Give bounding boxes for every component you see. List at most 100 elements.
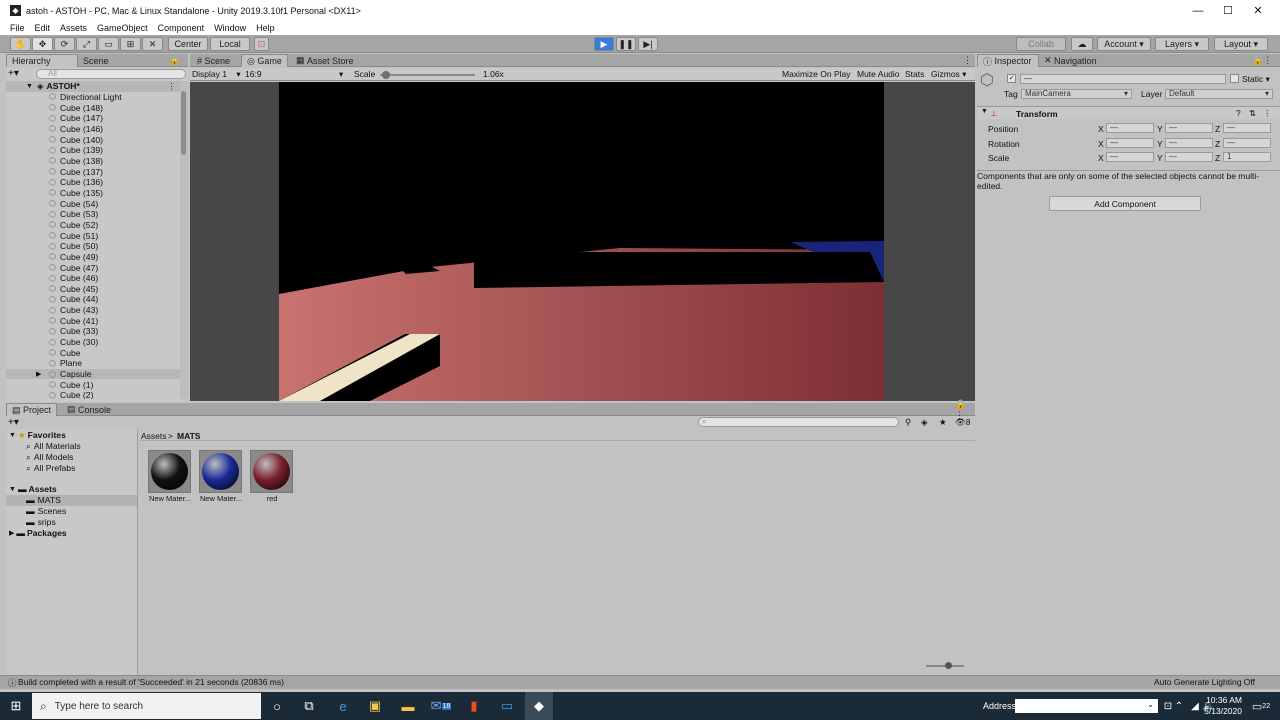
tab-hierarchy[interactable]: Hierarchy: [6, 54, 78, 67]
layout-dropdown[interactable]: Layout ▾: [1214, 37, 1268, 51]
maximize-on-play-toggle[interactable]: Maximize On Play: [782, 69, 851, 79]
hierarchy-item[interactable]: ⬡ Cube (136): [6, 177, 180, 188]
tab-scene[interactable]: # Scene: [192, 54, 235, 67]
office-icon[interactable]: ▮: [464, 696, 484, 716]
scale-tool-icon[interactable]: ⤢: [76, 37, 97, 51]
hierarchy-item[interactable]: ⬡ Cube (139): [6, 145, 180, 156]
tag-dropdown[interactable]: MainCamera ▾: [1021, 89, 1132, 99]
scrollbar-thumb[interactable]: [181, 91, 186, 155]
tab-scene-hierarchy[interactable]: Scene: [78, 54, 114, 67]
scale-slider-track[interactable]: [380, 74, 475, 76]
gizmos-dropdown[interactable]: Gizmos ▾: [931, 69, 966, 80]
account-dropdown[interactable]: Account ▾: [1097, 37, 1151, 51]
aspect-dropdown[interactable]: 16:9 ▾: [245, 69, 345, 79]
task-view-icon[interactable]: ⧉: [299, 696, 319, 716]
custom-tool-icon[interactable]: ✕: [142, 37, 163, 51]
chevron-down-icon[interactable]: ⌄: [1147, 700, 1154, 709]
move-tool-icon[interactable]: ✥: [32, 37, 53, 51]
help-icon[interactable]: ?: [1236, 108, 1241, 118]
game-panel-menu-icon[interactable]: ⋮: [958, 54, 977, 67]
hierarchy-item[interactable]: ⬡ Cube (46): [6, 273, 180, 284]
rotation-y-field[interactable]: —: [1165, 138, 1213, 148]
preset-icon[interactable]: ⇅: [1249, 108, 1256, 119]
hierarchy-item[interactable]: ⬡ Cube (50): [6, 241, 180, 252]
layer-dropdown[interactable]: Default ▾: [1165, 89, 1273, 99]
hand-tool-icon[interactable]: ✋: [10, 37, 31, 51]
expand-arrow-icon[interactable]: ▶: [36, 370, 48, 378]
hierarchy-item[interactable]: ⬡ Cube (30): [6, 337, 180, 348]
folder-mats[interactable]: ▬ MATS: [6, 495, 137, 506]
material-thumbnail[interactable]: [199, 450, 242, 493]
position-y-field[interactable]: —: [1165, 123, 1213, 133]
hierarchy-item[interactable]: ⬡ Cube (44): [6, 294, 180, 305]
hierarchy-item[interactable]: ⬡ Cube (43): [6, 305, 180, 316]
hierarchy-item[interactable]: ⬡ Cube (51): [6, 230, 180, 241]
hierarchy-item[interactable]: ⬡ Cube (53): [6, 209, 180, 220]
hidden-packages-icon[interactable]: 👁8: [955, 417, 971, 428]
lighting-status[interactable]: Auto Generate Lighting Off: [1154, 677, 1255, 687]
rect-tool-icon[interactable]: ▭: [98, 37, 119, 51]
menu-assets[interactable]: Assets: [60, 23, 87, 33]
display-dropdown[interactable]: Display 1 ▾: [192, 69, 241, 80]
close-button[interactable]: ✕: [1241, 0, 1275, 21]
unity-taskbar-icon[interactable]: ◆: [525, 692, 553, 720]
pivot-local-button[interactable]: Local: [210, 37, 250, 51]
material-label[interactable]: red: [246, 494, 298, 503]
maximize-button[interactable]: ☐: [1211, 0, 1245, 21]
hierarchy-item[interactable]: ⬡ Cube (146): [6, 124, 180, 135]
material-label[interactable]: New Mater...: [144, 494, 196, 503]
tab-game[interactable]: ◎ Game: [241, 54, 288, 67]
tab-asset-store[interactable]: ▦ Asset Store: [291, 54, 359, 67]
stats-toggle[interactable]: Stats: [905, 69, 924, 79]
material-thumbnail[interactable]: [250, 450, 293, 493]
scene-root-row[interactable]: ▼ ◈ ASTOH* ⋮: [6, 81, 180, 92]
hierarchy-item[interactable]: ⬡ Cube (1): [6, 379, 180, 390]
hierarchy-item[interactable]: ⬡ Cube: [6, 348, 180, 359]
add-object-button[interactable]: +▾: [8, 69, 22, 79]
snap-icon[interactable]: ⊡: [254, 37, 269, 51]
static-checkbox[interactable]: [1230, 74, 1239, 83]
hierarchy-item[interactable]: ⬡ Cube (49): [6, 252, 180, 263]
active-checkbox[interactable]: ✓: [1007, 74, 1016, 83]
rotation-x-field[interactable]: —: [1106, 138, 1154, 148]
mute-audio-toggle[interactable]: Mute Audio: [857, 69, 900, 79]
notifications-icon[interactable]: ▭ 22: [1251, 696, 1271, 716]
scale-x-field[interactable]: —: [1106, 152, 1154, 162]
tab-console[interactable]: ▤ Console: [62, 403, 116, 416]
folder-srips[interactable]: ▬ srips: [6, 517, 137, 528]
hierarchy-item[interactable]: ⬡ Cube (138): [6, 156, 180, 167]
address-input[interactable]: ⌄: [1015, 699, 1158, 713]
breadcrumb-assets[interactable]: Assets: [141, 431, 167, 441]
packages-row[interactable]: ▶ ▬ Packages: [6, 528, 137, 539]
component-menu-icon[interactable]: ⋮: [1263, 108, 1272, 119]
scale-z-field[interactable]: 1: [1223, 152, 1271, 162]
scale-slider-thumb[interactable]: [382, 71, 390, 79]
material-label[interactable]: New Mater...: [195, 494, 247, 503]
app-window-icon[interactable]: ▭: [497, 696, 517, 716]
add-component-button[interactable]: Add Component: [1049, 196, 1201, 211]
hierarchy-item[interactable]: ⬡ Plane: [6, 358, 180, 369]
hierarchy-item[interactable]: ▶ ⬡ Capsule: [6, 368, 180, 380]
hierarchy-item[interactable]: ⬡ Directional Light: [6, 92, 180, 103]
hierarchy-item[interactable]: ⬡ Cube (52): [6, 220, 180, 231]
create-asset-button[interactable]: +▾: [8, 418, 22, 428]
cloud-icon[interactable]: ☁: [1071, 37, 1093, 51]
hierarchy-item[interactable]: ⬡ Cube (41): [6, 316, 180, 327]
transform-header[interactable]: ▼ ⟂ Transform ? ⇅ ⋮: [977, 106, 1280, 119]
hierarchy-item[interactable]: ⬡ Cube (140): [6, 134, 180, 145]
collapse-arrow-icon[interactable]: ▼: [981, 108, 988, 115]
game-viewport[interactable]: [190, 82, 975, 401]
fav-all-materials[interactable]: ⌕ All Materials: [6, 441, 137, 452]
menu-help[interactable]: Help: [256, 23, 275, 33]
status-message[interactable]: Build completed with a result of 'Succee…: [18, 677, 284, 687]
object-name-field[interactable]: —: [1020, 74, 1226, 84]
project-lock-icon[interactable]: 🔒⋮: [950, 399, 975, 420]
material-thumbnail[interactable]: [148, 450, 191, 493]
static-dropdown[interactable]: Static ▾: [1242, 74, 1270, 85]
pivot-center-button[interactable]: Center: [168, 37, 208, 51]
mail-icon[interactable]: ✉ 18: [431, 696, 452, 716]
filter-label-icon[interactable]: ◈: [921, 417, 928, 428]
position-z-field[interactable]: —: [1223, 123, 1271, 133]
step-button[interactable]: ▶|: [638, 37, 658, 51]
minimize-button[interactable]: —: [1181, 0, 1215, 21]
